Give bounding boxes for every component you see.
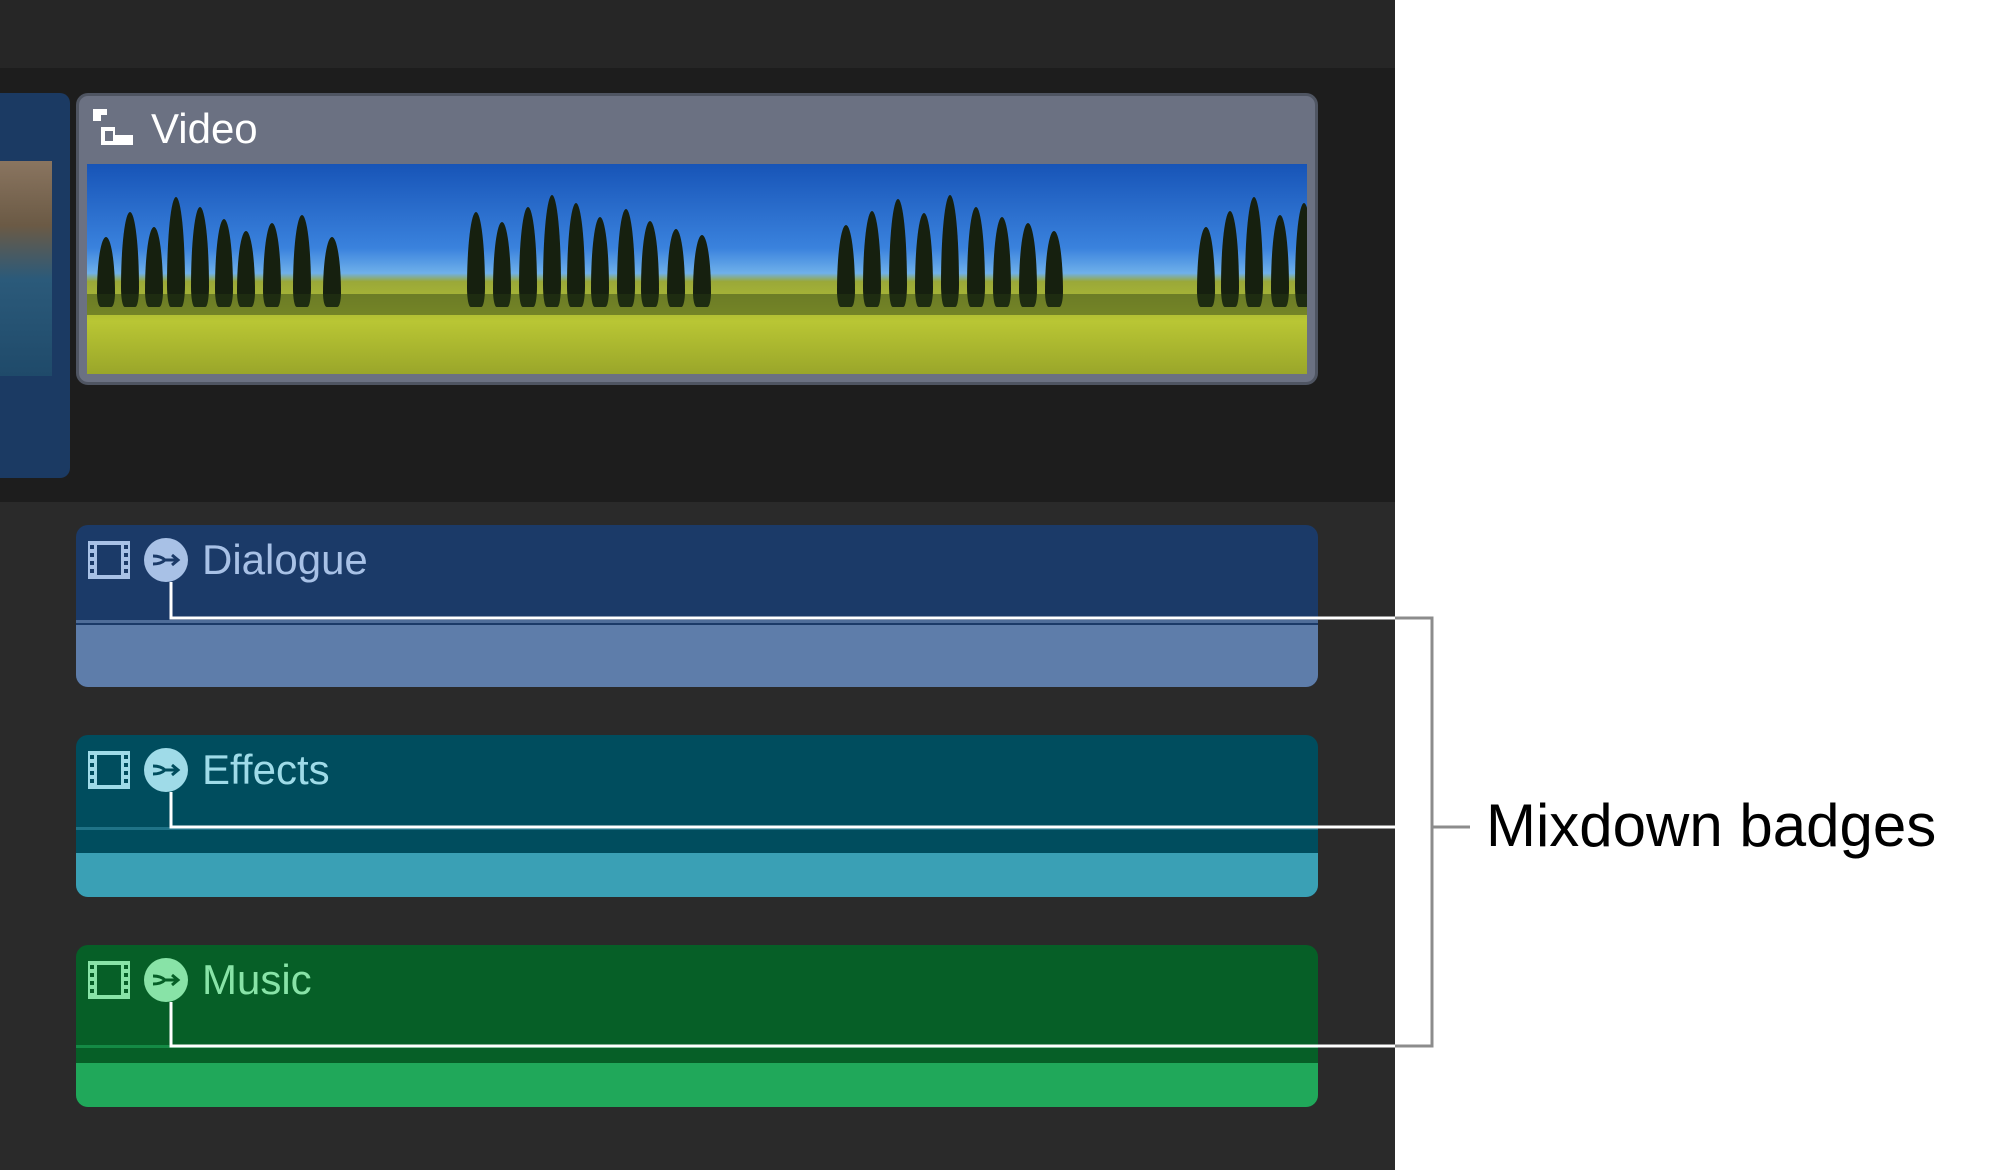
timeline-top-bar	[0, 0, 1395, 68]
video-frame	[87, 164, 377, 374]
timeline: Video Dialogue Effects Music	[0, 0, 1395, 1170]
mixdown-badge-icon[interactable]	[144, 958, 188, 1002]
waveform-midline	[76, 827, 1318, 830]
callout-bracket	[1395, 616, 1434, 1048]
audio-waveform	[76, 1063, 1318, 1107]
audio-waveform	[76, 853, 1318, 897]
film-strip-icon	[88, 751, 130, 789]
video-clip-title: Video	[151, 105, 258, 152]
audio-waveform	[76, 625, 1318, 687]
audio-clip-music[interactable]: Music	[76, 945, 1318, 1107]
audio-clip-effects[interactable]: Effects	[76, 735, 1318, 897]
video-frame	[1137, 164, 1307, 374]
audio-clip-header: Dialogue	[88, 535, 368, 585]
video-filmstrip	[87, 164, 1307, 374]
audio-clip-title: Music	[202, 956, 312, 1003]
mixdown-badge-icon[interactable]	[144, 538, 188, 582]
film-strip-icon	[88, 961, 130, 999]
mixdown-badge-icon[interactable]	[144, 748, 188, 792]
audio-clip-dialogue[interactable]: Dialogue	[76, 525, 1318, 687]
audio-clip-header: Music	[88, 955, 312, 1005]
video-clip-header: Video	[91, 104, 258, 154]
connected-clip-icon	[91, 107, 135, 152]
waveform-midline	[76, 620, 1318, 623]
audio-clip-title: Dialogue	[202, 536, 368, 583]
video-frame	[757, 164, 1137, 374]
waveform-midline	[76, 1045, 1318, 1048]
previous-clip-thumbnail	[0, 161, 52, 376]
audio-clip-title: Effects	[202, 746, 330, 793]
callout-label: Mixdown badges	[1486, 792, 1937, 859]
audio-clip-header: Effects	[88, 745, 330, 795]
video-frame	[377, 164, 757, 374]
previous-clip[interactable]	[0, 93, 70, 478]
video-clip[interactable]: Video	[76, 93, 1318, 385]
film-strip-icon	[88, 541, 130, 579]
